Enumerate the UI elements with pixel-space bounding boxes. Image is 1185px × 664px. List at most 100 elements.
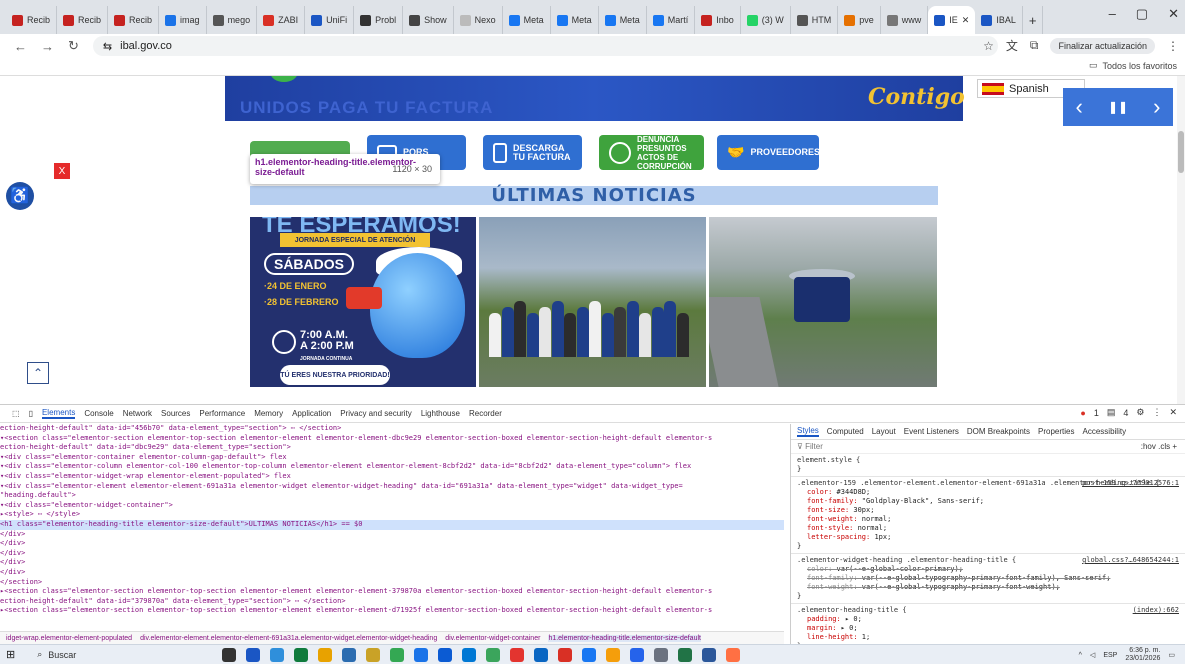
taskbar-app-icon[interactable] (534, 648, 548, 662)
download-invoice-button[interactable]: DESCARGA TU FACTURA (483, 135, 582, 170)
dom-node-line[interactable]: ection-height-default" data-id="379870a"… (0, 597, 784, 607)
browser-tab[interactable]: www (881, 6, 929, 34)
css-property[interactable]: font-size: 30px; (797, 506, 1179, 515)
styles-tab[interactable]: Computed (827, 427, 864, 436)
taskbar-app-icon[interactable] (558, 648, 572, 662)
filter-toolbar[interactable]: :hov .cls + (1141, 442, 1177, 451)
browser-tab[interactable]: Nexo (454, 6, 503, 34)
reload-icon[interactable]: ↻ (68, 38, 79, 54)
taskbar-app-icon[interactable] (630, 648, 644, 662)
taskbar-app-icon[interactable] (390, 648, 404, 662)
update-button[interactable]: Finalizar actualización (1050, 37, 1155, 54)
css-property[interactable]: font-weight: var(--e-global-typography-p… (797, 583, 1179, 592)
browser-tab[interactable]: IE ✕ (928, 6, 976, 34)
taskbar-app-icon[interactable] (270, 648, 284, 662)
browser-tab[interactable]: UniFi (305, 6, 355, 34)
url-bar[interactable]: ⇆ ibal.gov.co (92, 36, 998, 56)
close-window-icon[interactable]: ✕ (1168, 6, 1179, 22)
report-corruption-button[interactable]: DENUNCIA PRESUNTOS ACTOS DE CORRUPCIÓN (599, 135, 704, 171)
browser-tab[interactable]: Martí (647, 6, 696, 34)
styles-tab[interactable]: Layout (872, 427, 896, 436)
extensions-icon[interactable]: ⧉ (1030, 38, 1039, 53)
devtools-tab-console[interactable]: Console (84, 409, 113, 418)
breadcrumb-item[interactable]: idget-wrap.elementor-element-populated (6, 635, 132, 642)
css-property[interactable]: color: var(--e-global-color-primary); (797, 565, 1179, 574)
windows-start-icon[interactable]: ⊞ (6, 648, 15, 661)
minimize-icon[interactable]: – (1109, 6, 1116, 22)
news-card-group-photo[interactable] (479, 217, 706, 387)
styles-tab[interactable]: Styles (797, 426, 819, 437)
browser-tab[interactable]: Inbo (695, 6, 741, 34)
forward-icon[interactable]: → (41, 39, 54, 54)
maximize-icon[interactable]: ▢ (1136, 6, 1148, 22)
taskbar-app-icon[interactable] (366, 648, 380, 662)
css-property[interactable]: margin: ▸ 0; (797, 624, 1179, 633)
news-card-tank-photo[interactable] (709, 217, 937, 387)
css-source-link[interactable]: global.css?…648654244:1 (1082, 556, 1179, 565)
notification-icon[interactable]: ▭ (1168, 651, 1175, 659)
browser-tab[interactable]: Recib (6, 6, 58, 34)
back-icon[interactable]: ← (14, 39, 27, 54)
error-icon[interactable]: ● (1080, 408, 1085, 418)
dom-node-line[interactable]: ▾<section class="elementor-section eleme… (0, 434, 784, 444)
browser-tab[interactable]: Probl (354, 6, 404, 34)
styles-filter[interactable]: ⊽ Filter :hov .cls + (791, 440, 1185, 454)
taskbar-app-icon[interactable] (486, 648, 500, 662)
browser-tab[interactable]: Meta (599, 6, 647, 34)
browser-tab[interactable]: Recib (57, 6, 109, 34)
taskbar-app-icon[interactable] (462, 648, 476, 662)
browser-tab[interactable]: Recib (108, 6, 160, 34)
scroll-up-button[interactable]: ⌃ (27, 362, 49, 384)
breadcrumb-item[interactable]: h1.elementor-heading-title.elementor-siz… (548, 635, 701, 642)
devtools-tab-application[interactable]: Application (292, 409, 331, 418)
taskbar-app-icon[interactable] (654, 648, 668, 662)
menu-icon[interactable]: ⋮ (1167, 39, 1179, 53)
taskbar-app-icon[interactable] (606, 648, 620, 662)
devtools-tab-privacy-and-security[interactable]: Privacy and security (340, 409, 412, 418)
slider-pause-icon[interactable]: ❚❚ (1108, 100, 1128, 114)
taskbar-app-icon[interactable] (342, 648, 356, 662)
browser-tab[interactable]: imag (159, 6, 207, 34)
new-tab-icon[interactable]: + (1023, 6, 1044, 34)
slider-next-icon[interactable]: › (1153, 94, 1160, 120)
taskbar-app-icon[interactable] (294, 648, 308, 662)
browser-tab[interactable]: mego (207, 6, 258, 34)
browser-tab[interactable]: IBAL (975, 6, 1023, 34)
translate-icon[interactable]: 文 (1006, 37, 1018, 54)
dom-node-line[interactable]: ▾<div class="elementor-container element… (0, 453, 784, 463)
scrollbar-thumb[interactable] (1178, 131, 1184, 173)
browser-tab[interactable]: ZABI (257, 6, 306, 34)
dom-node-line[interactable]: ection-height-default" data-id="456b70" … (0, 424, 784, 434)
css-property[interactable]: font-weight: normal; (797, 515, 1179, 524)
dom-node-line[interactable]: "heading.default"> (0, 491, 784, 501)
suppliers-button[interactable]: 🤝 PROVEEDORES (717, 135, 820, 170)
taskbar-app-icon[interactable] (318, 648, 332, 662)
taskbar-app-icon[interactable] (582, 648, 596, 662)
taskbar-search[interactable]: ⌕ Buscar (37, 647, 197, 663)
dom-node-line[interactable]: ▾<div class="elementor-widget-wrap eleme… (0, 472, 784, 482)
css-property[interactable]: line-height: 1; (797, 633, 1179, 642)
devtools-tab-elements[interactable]: Elements (41, 408, 76, 419)
bookmark-star-icon[interactable]: ☆ (983, 39, 994, 53)
styles-tab[interactable]: Accessibility (1083, 427, 1127, 436)
taskbar-app-icon[interactable] (726, 648, 740, 662)
browser-tab[interactable]: Meta (551, 6, 599, 34)
browser-tab[interactable]: pve (838, 6, 881, 34)
css-selector[interactable]: .elementor-heading-title { (797, 606, 1179, 615)
taskbar-app-icon[interactable] (438, 648, 452, 662)
css-property[interactable]: font-style: normal; (797, 524, 1179, 533)
dom-node-line[interactable]: </div> (0, 549, 784, 559)
accessibility-icon[interactable]: ♿ (6, 182, 34, 210)
dom-node-line[interactable]: ▾<div class="elementor-column elementor-… (0, 462, 784, 472)
close-devtools-icon[interactable]: ✕ (1169, 407, 1177, 418)
css-source-link[interactable]: (index):662 (1133, 606, 1179, 615)
css-property[interactable]: font-family: var(--e-global-typography-p… (797, 574, 1179, 583)
css-property[interactable]: letter-spacing: 1px; (797, 533, 1179, 542)
devtools-tab-memory[interactable]: Memory (254, 409, 283, 418)
browser-tab[interactable]: HTM (791, 6, 839, 34)
dom-node-line[interactable]: ▸<section class="elementor-section eleme… (0, 606, 784, 616)
volume-icon[interactable]: ◁ (1090, 651, 1095, 659)
dom-node-line[interactable]: </div> (0, 558, 784, 568)
dom-node-line[interactable]: <h1 class="elementor-heading-title eleme… (0, 519, 784, 530)
styles-tab[interactable]: DOM Breakpoints (967, 427, 1030, 436)
